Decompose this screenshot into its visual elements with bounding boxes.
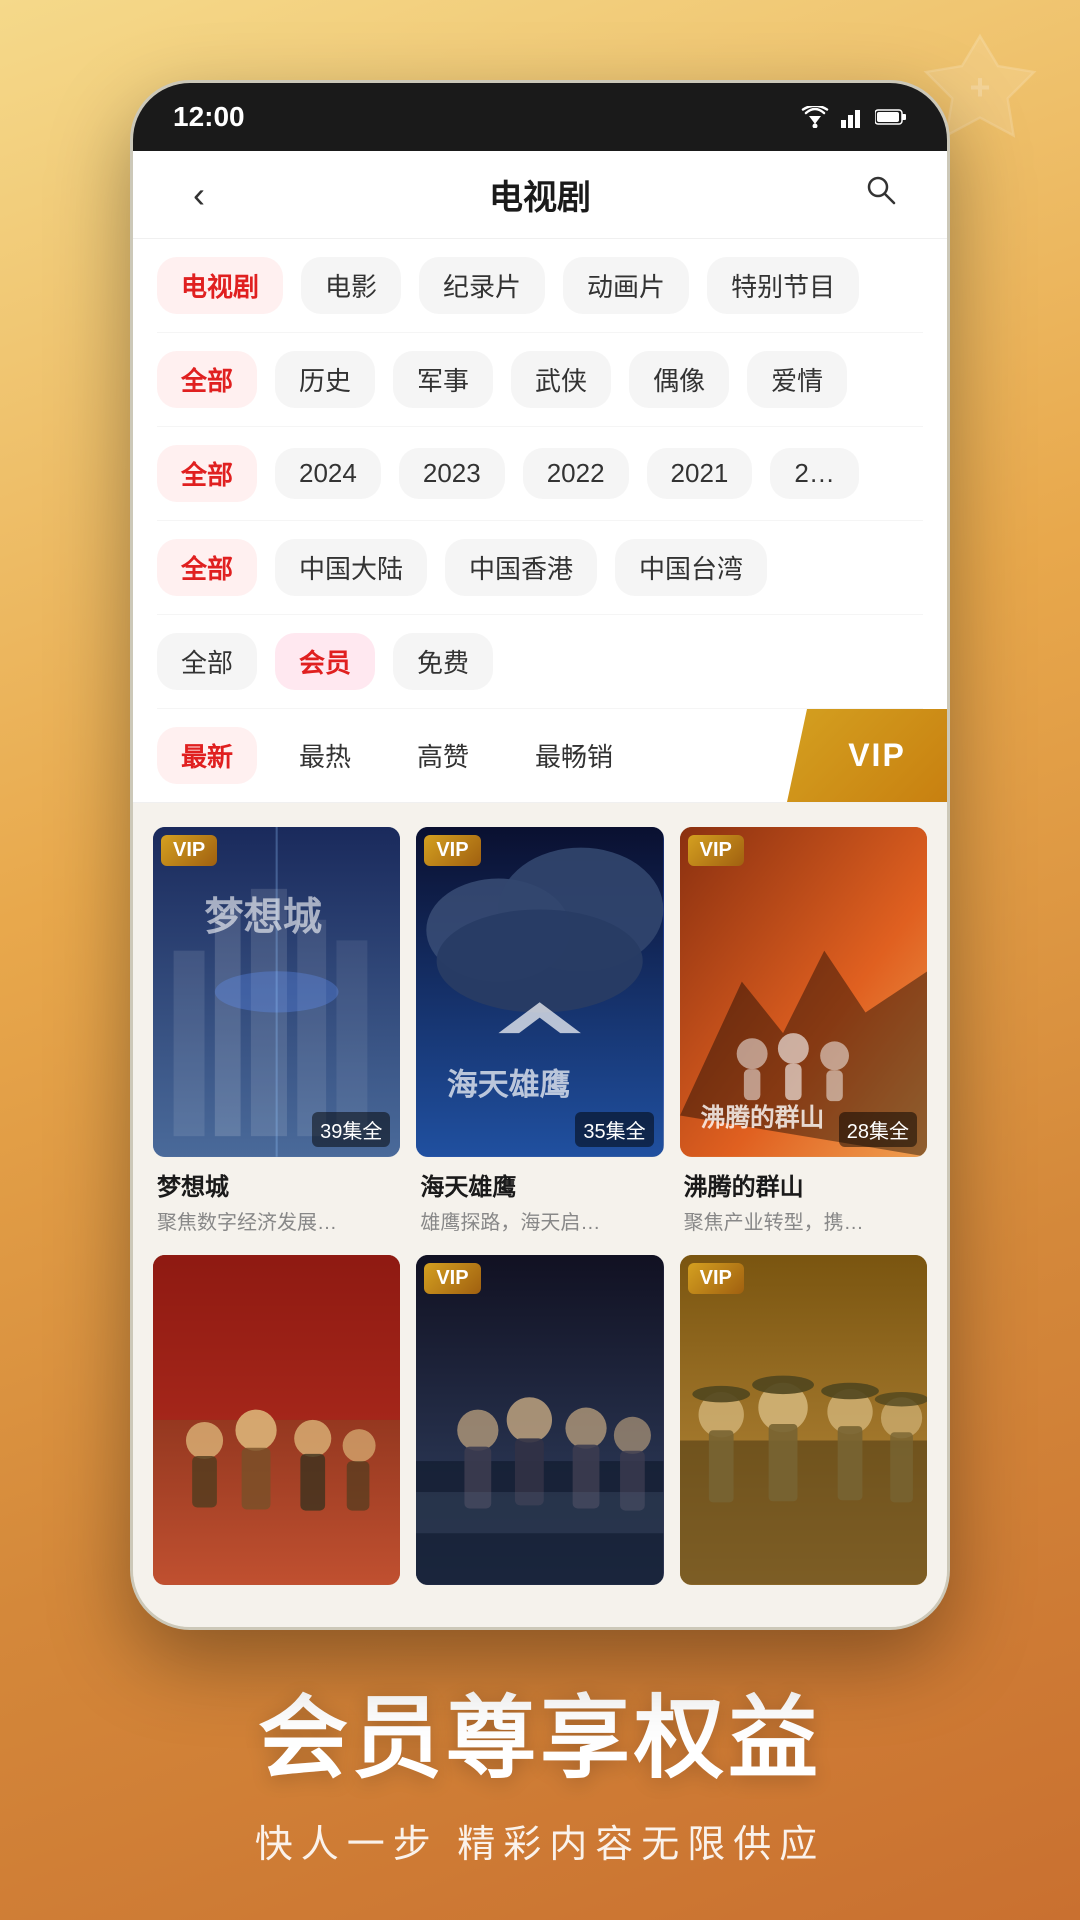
item-info-6 bbox=[680, 1585, 927, 1603]
poster-art-3: 沸腾的群山 bbox=[680, 827, 927, 1157]
sort-tag-bestseller[interactable]: 最畅销 bbox=[511, 727, 637, 784]
filter-tag-all-year[interactable]: 全部 bbox=[157, 445, 257, 502]
poster-art-4 bbox=[153, 1255, 400, 1585]
header: ‹ 电视剧 bbox=[133, 151, 947, 239]
filter-tag-all-region[interactable]: 全部 bbox=[157, 539, 257, 596]
item-desc-2: 雄鹰探路，海天启… bbox=[420, 1206, 659, 1235]
filter-tag-animation[interactable]: 动画片 bbox=[563, 257, 689, 314]
poster-art-5 bbox=[416, 1255, 663, 1585]
filter-tag-idol[interactable]: 偶像 bbox=[629, 351, 729, 408]
filter-tag-romance[interactable]: 爱情 bbox=[747, 351, 847, 408]
back-button[interactable]: ‹ bbox=[169, 174, 229, 216]
item-info-2: 海天雄鹰 雄鹰探路，海天启… bbox=[416, 1157, 663, 1239]
filter-tag-tv[interactable]: 电视剧 bbox=[157, 257, 283, 314]
thumbnail-2: 海天雄鹰 VIP 35集全 bbox=[416, 827, 663, 1157]
filter-tag-documentary[interactable]: 纪录片 bbox=[419, 257, 545, 314]
filter-tag-vip-pay[interactable]: 会员 bbox=[275, 633, 375, 690]
list-item[interactable]: VIP bbox=[680, 1255, 927, 1603]
thumbnail-1: 梦想城 VIP 39集全 bbox=[153, 827, 400, 1157]
filter-tag-all-genre[interactable]: 全部 bbox=[157, 351, 257, 408]
ep-count-1: 39集全 bbox=[312, 1112, 390, 1147]
bottom-main-title: 会员尊享权益 bbox=[255, 1690, 826, 1789]
list-item[interactable]: 梦想城 VIP 39集全 梦想城 聚焦数字经济发展… bbox=[153, 827, 400, 1239]
year-filter-row: 全部 2024 2023 2022 2021 2… bbox=[157, 427, 923, 521]
ep-count-3: 28集全 bbox=[839, 1112, 917, 1147]
vip-badge-5: VIP bbox=[424, 1263, 480, 1294]
status-bar: 12:00 bbox=[133, 83, 947, 151]
list-item[interactable]: 海天雄鹰 VIP 35集全 海天雄鹰 雄鹰探路，海天启… bbox=[416, 827, 663, 1239]
filter-tag-2024[interactable]: 2024 bbox=[275, 448, 381, 499]
vip-badge-6: VIP bbox=[688, 1263, 744, 1294]
svg-text:梦想城: 梦想城 bbox=[205, 896, 322, 939]
content-grid: 梦想城 VIP 39集全 梦想城 聚焦数字经济发展… bbox=[153, 827, 927, 1603]
thumbnail-5: VIP bbox=[416, 1255, 663, 1585]
filter-tag-hk[interactable]: 中国香港 bbox=[445, 539, 597, 596]
sort-tag-hottest[interactable]: 最热 bbox=[275, 727, 375, 784]
filter-tag-wuxia[interactable]: 武侠 bbox=[511, 351, 611, 408]
item-info-1: 梦想城 聚焦数字经济发展… bbox=[153, 1157, 400, 1239]
item-desc-3: 聚焦产业转型，携… bbox=[684, 1206, 923, 1235]
category-filter-row: 电视剧 电影 纪录片 动画片 特别节目 bbox=[157, 239, 923, 333]
filter-tag-special[interactable]: 特别节目 bbox=[707, 257, 859, 314]
ep-count-2: 35集全 bbox=[575, 1112, 653, 1147]
filter-tag-2023[interactable]: 2023 bbox=[399, 448, 505, 499]
poster-art-2: 海天雄鹰 bbox=[416, 827, 663, 1157]
filter-tag-all-pay[interactable]: 全部 bbox=[157, 633, 257, 690]
status-icons bbox=[801, 106, 907, 128]
filter-tag-2020-more[interactable]: 2… bbox=[770, 448, 858, 499]
region-filter-row: 全部 中国大陆 中国香港 中国台湾 bbox=[157, 521, 923, 615]
svg-text:+: + bbox=[969, 67, 990, 108]
filter-tag-history[interactable]: 历史 bbox=[275, 351, 375, 408]
vip-fold-banner[interactable]: VIP bbox=[787, 709, 947, 802]
filter-tag-movie[interactable]: 电影 bbox=[301, 257, 401, 314]
bottom-sub-title: 快人一步 精彩内容无限供应 bbox=[255, 1813, 826, 1868]
item-info-5 bbox=[416, 1585, 663, 1603]
thumbnail-4 bbox=[153, 1255, 400, 1585]
pay-filter-row: 全部 会员 免费 bbox=[157, 615, 923, 709]
item-title-3: 沸腾的群山 bbox=[684, 1167, 923, 1202]
genre-filter-row: 全部 历史 军事 武侠 偶像 爱情 bbox=[157, 333, 923, 427]
page-title: 电视剧 bbox=[489, 170, 591, 219]
thumbnail-6: VIP bbox=[680, 1255, 927, 1585]
vip-badge-3: VIP bbox=[688, 835, 744, 866]
filter-tag-free[interactable]: 免费 bbox=[393, 633, 493, 690]
list-item[interactable]: VIP bbox=[416, 1255, 663, 1603]
filter-tag-tw[interactable]: 中国台湾 bbox=[615, 539, 767, 596]
item-title-1: 梦想城 bbox=[157, 1167, 396, 1202]
list-item[interactable]: 沸腾的群山 VIP 28集全 沸腾的群山 聚焦产业转型，携… bbox=[680, 827, 927, 1239]
thumbnail-3: 沸腾的群山 VIP 28集全 bbox=[680, 827, 927, 1157]
vip-badge-1: VIP bbox=[161, 835, 217, 866]
item-info-4 bbox=[153, 1585, 400, 1603]
sort-row: 最新 最热 高赞 最畅销 VIP bbox=[133, 709, 947, 803]
list-item[interactable] bbox=[153, 1255, 400, 1603]
search-button[interactable] bbox=[851, 172, 911, 217]
content-area: 梦想城 VIP 39集全 梦想城 聚焦数字经济发展… bbox=[133, 803, 947, 1627]
status-time: 12:00 bbox=[173, 101, 245, 133]
poster-art-1: 梦想城 bbox=[153, 827, 400, 1157]
svg-text:沸腾的群山: 沸腾的群山 bbox=[700, 1103, 824, 1132]
sort-tag-newest[interactable]: 最新 bbox=[157, 727, 257, 784]
filter-tag-mainland[interactable]: 中国大陆 bbox=[275, 539, 427, 596]
filter-tag-2021[interactable]: 2021 bbox=[647, 448, 753, 499]
phone-frame: 12:00 ‹ 电视剧 bbox=[130, 80, 950, 1630]
vip-badge-2: VIP bbox=[424, 835, 480, 866]
vip-fold-label: VIP bbox=[848, 737, 906, 774]
filter-tag-2022[interactable]: 2022 bbox=[523, 448, 629, 499]
poster-art-6 bbox=[680, 1255, 927, 1585]
bottom-section: 会员尊享权益 快人一步 精彩内容无限供应 bbox=[215, 1630, 866, 1920]
sort-tag-top-rated[interactable]: 高赞 bbox=[393, 727, 493, 784]
svg-text:海天雄鹰: 海天雄鹰 bbox=[447, 1067, 571, 1102]
filter-tag-military[interactable]: 军事 bbox=[393, 351, 493, 408]
item-info-3: 沸腾的群山 聚焦产业转型，携… bbox=[680, 1157, 927, 1239]
item-desc-1: 聚焦数字经济发展… bbox=[157, 1206, 396, 1235]
item-title-2: 海天雄鹰 bbox=[420, 1167, 659, 1202]
filter-section: 电视剧 电影 纪录片 动画片 特别节目 全部 历史 军事 武侠 偶像 爱情 全部… bbox=[133, 239, 947, 709]
